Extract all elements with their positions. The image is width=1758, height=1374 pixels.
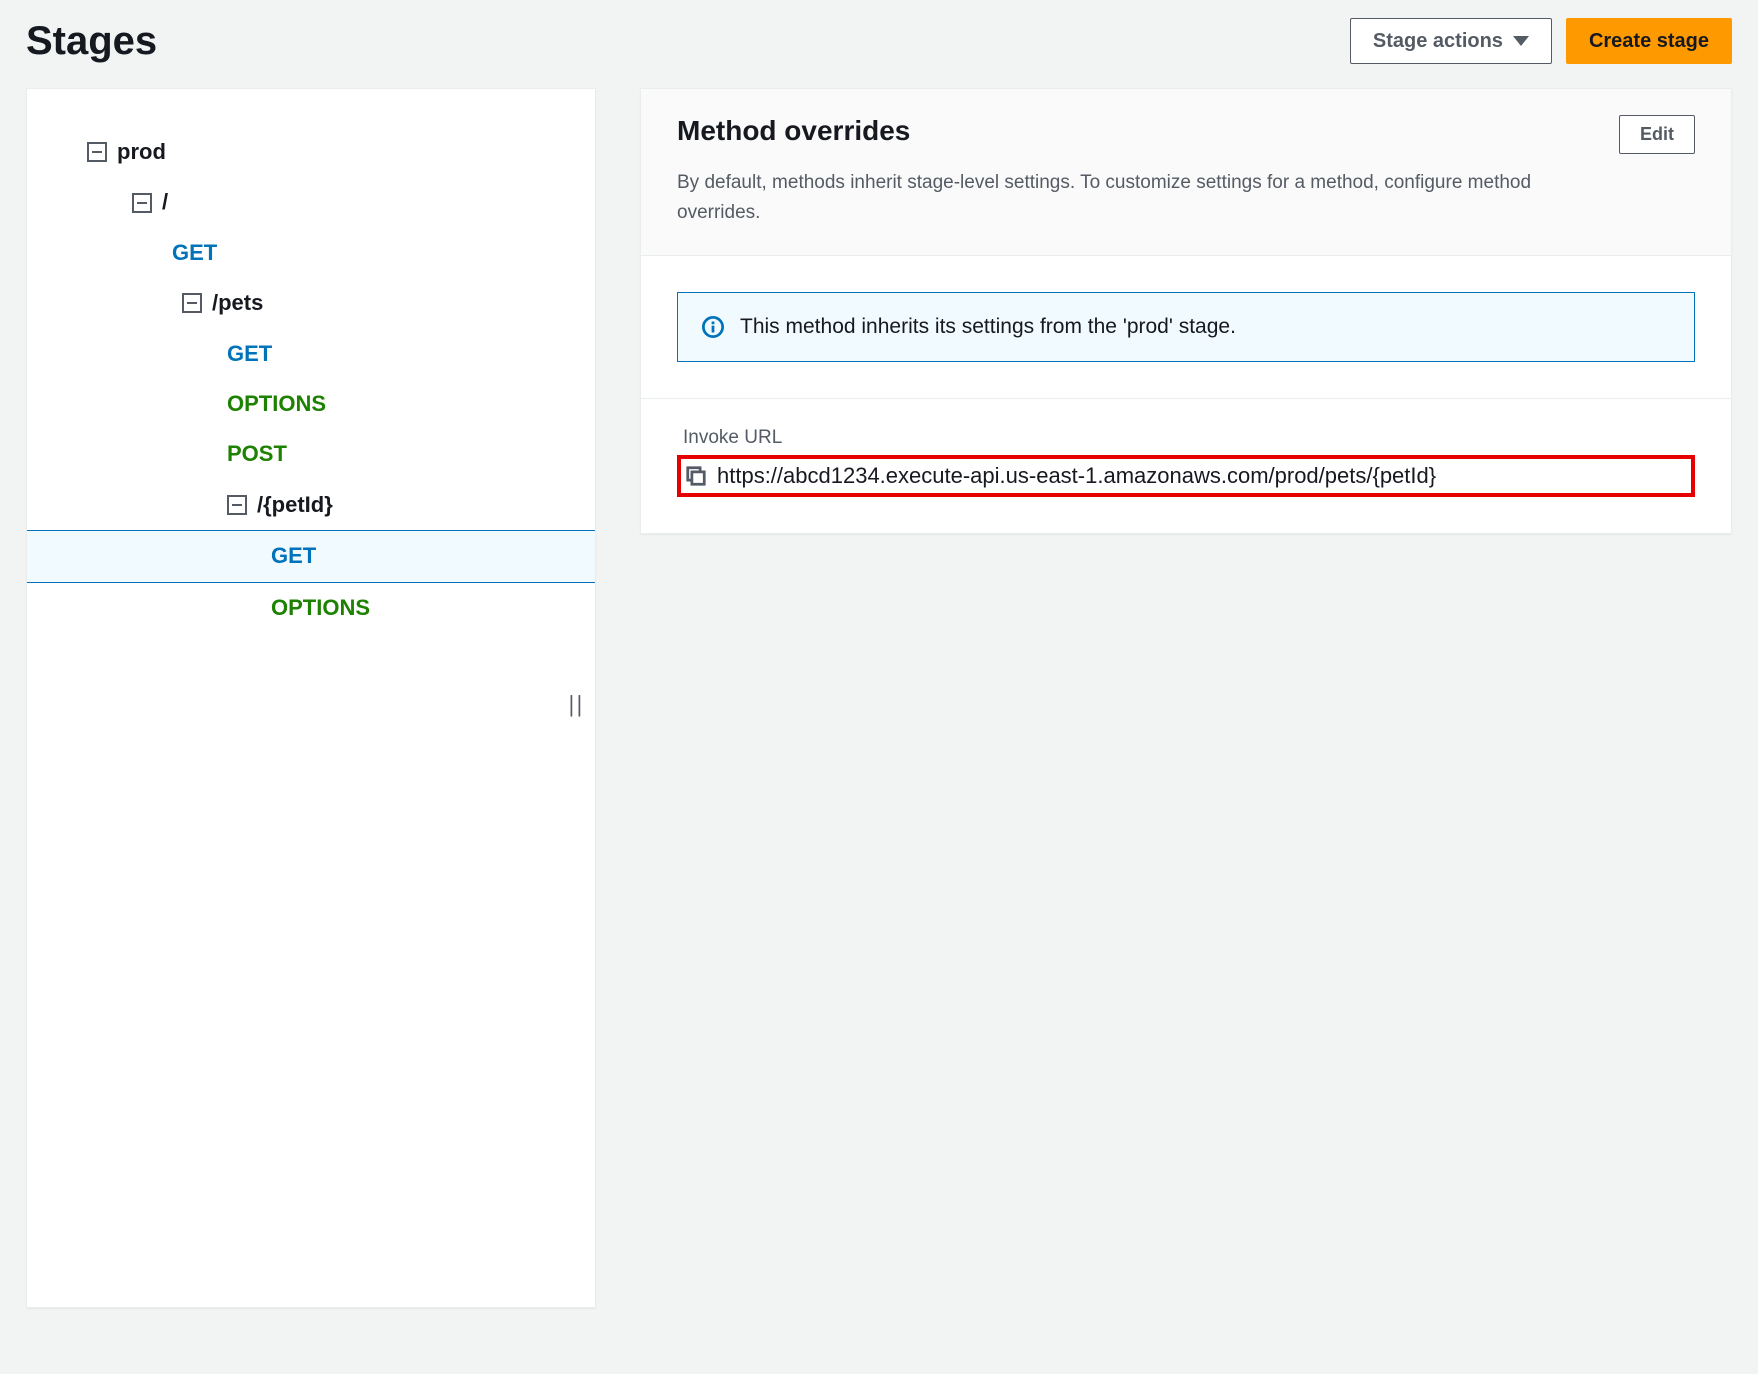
invoke-url-section: Invoke URL https://abcd1234.execute-api.…	[641, 399, 1731, 533]
stages-tree: prod / GET /pets GET OPTIONS	[27, 127, 595, 633]
method-label: OPTIONS	[271, 595, 370, 621]
resize-handle-icon[interactable]: ⎢⎢	[569, 696, 585, 717]
method-label: GET	[271, 543, 316, 569]
stage-label: prod	[117, 139, 166, 165]
info-alert: This method inherits its settings from t…	[677, 292, 1695, 362]
panel-header: Method overrides Edit By default, method…	[641, 89, 1731, 256]
invoke-url-value-highlight: https://abcd1234.execute-api.us-east-1.a…	[677, 455, 1695, 497]
method-label: GET	[172, 240, 217, 266]
invoke-url-text: https://abcd1234.execute-api.us-east-1.a…	[717, 463, 1436, 489]
page-title: Stages	[26, 19, 157, 64]
tree-method-root-get[interactable]: GET	[27, 228, 595, 278]
tree-resource-petid[interactable]: /{petId}	[27, 480, 595, 530]
tree-method-petid-options[interactable]: OPTIONS	[27, 583, 595, 633]
method-label: OPTIONS	[227, 391, 326, 417]
collapse-icon[interactable]	[87, 142, 107, 162]
method-label: POST	[227, 441, 287, 467]
resource-label: /	[162, 189, 168, 215]
collapse-icon[interactable]	[182, 293, 202, 313]
tree-method-pets-get[interactable]: GET	[27, 329, 595, 379]
tree-stage-prod[interactable]: prod	[27, 127, 595, 177]
tree-method-pets-options[interactable]: OPTIONS	[27, 379, 595, 429]
info-icon	[702, 316, 724, 338]
collapse-icon[interactable]	[132, 193, 152, 213]
tree-method-petid-get[interactable]: GET	[27, 530, 595, 582]
tree-method-pets-post[interactable]: POST	[27, 429, 595, 479]
invoke-url-label: Invoke URL	[677, 427, 1695, 449]
stages-tree-panel: prod / GET /pets GET OPTIONS	[26, 88, 596, 1308]
tree-resource-root[interactable]: /	[27, 177, 595, 227]
method-overrides-panel: Method overrides Edit By default, method…	[640, 88, 1732, 534]
tree-resource-pets[interactable]: /pets	[27, 278, 595, 328]
stage-actions-label: Stage actions	[1373, 27, 1503, 55]
method-label: GET	[227, 341, 272, 367]
panel-title: Method overrides	[677, 115, 910, 147]
create-stage-button[interactable]: Create stage	[1566, 18, 1732, 64]
caret-down-icon	[1513, 36, 1529, 46]
header-actions: Stage actions Create stage	[1350, 18, 1732, 64]
copy-icon[interactable]	[685, 465, 707, 487]
edit-button[interactable]: Edit	[1619, 115, 1695, 154]
panel-description: By default, methods inherit stage-level …	[677, 168, 1614, 227]
resource-label: /pets	[212, 290, 263, 316]
page-header: Stages Stage actions Create stage	[26, 18, 1732, 64]
edit-label: Edit	[1640, 122, 1674, 147]
resource-label: /{petId}	[257, 492, 333, 518]
info-message: This method inherits its settings from t…	[740, 315, 1236, 339]
collapse-icon[interactable]	[227, 495, 247, 515]
stage-actions-button[interactable]: Stage actions	[1350, 18, 1552, 64]
create-stage-label: Create stage	[1589, 27, 1709, 55]
